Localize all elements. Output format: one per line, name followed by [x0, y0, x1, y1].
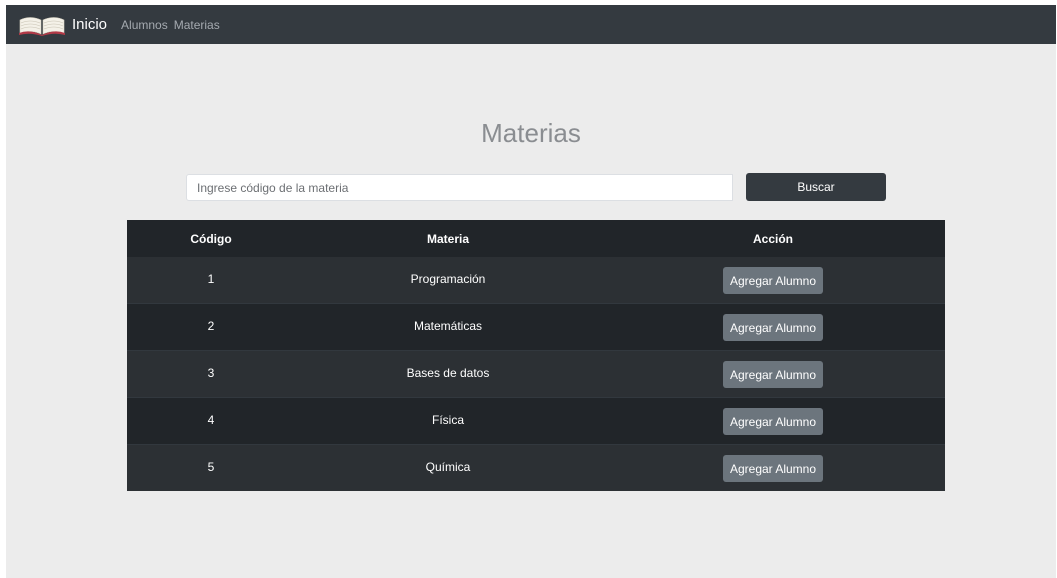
- nav-link-materias[interactable]: Materias: [174, 18, 220, 32]
- cell-materia-text: Bases de datos: [406, 366, 490, 380]
- cell-codigo: 2: [127, 303, 295, 351]
- table-header-row: Código Materia Acción: [127, 220, 945, 257]
- brand-label: Inicio: [72, 16, 108, 33]
- cell-accion: Agregar Alumno: [601, 444, 945, 491]
- add-student-button[interactable]: Agregar Alumno: [722, 314, 824, 341]
- table-row: 4 Física Agregar Alumno: [127, 397, 945, 445]
- cell-accion: Agregar Alumno: [601, 303, 945, 351]
- cell-accion: Agregar Alumno: [601, 350, 945, 398]
- cell-accion: Agregar Alumno: [601, 397, 945, 445]
- cell-codigo-text: 2: [207, 319, 215, 333]
- table-row: 3 Bases de datos Agregar Alumno: [127, 350, 945, 398]
- cell-materia: Física: [295, 397, 601, 445]
- cell-codigo: 4: [127, 397, 295, 445]
- cell-codigo: 5: [127, 444, 295, 491]
- brand-link[interactable]: Inicio: [18, 14, 107, 36]
- cell-codigo-text: 4: [207, 413, 215, 427]
- table-row: 5 Química Agregar Alumno: [127, 444, 945, 491]
- cell-codigo-text: 1: [207, 272, 215, 286]
- materias-table: Código Materia Acción 1 Programación Agr…: [127, 220, 945, 491]
- column-header-materia: Materia: [295, 220, 601, 257]
- cell-codigo-text: 5: [207, 460, 215, 474]
- add-student-button[interactable]: Agregar Alumno: [722, 455, 824, 482]
- cell-materia: Matemáticas: [295, 303, 601, 351]
- add-student-button[interactable]: Agregar Alumno: [722, 267, 824, 294]
- page-title: Materias: [481, 118, 581, 148]
- table-row: 1 Programación Agregar Alumno: [127, 257, 945, 304]
- cell-materia-text: Química: [425, 460, 471, 474]
- cell-codigo-text: 3: [207, 366, 215, 380]
- cell-codigo: 1: [127, 257, 295, 304]
- cell-materia: Química: [295, 444, 601, 491]
- search-button[interactable]: Buscar: [746, 173, 886, 201]
- cell-materia-text: Matemáticas: [413, 319, 483, 333]
- table-row: 2 Matemáticas Agregar Alumno: [127, 303, 945, 351]
- cell-codigo: 3: [127, 350, 295, 398]
- column-header-codigo: Código: [127, 220, 295, 257]
- cell-accion: Agregar Alumno: [601, 257, 945, 304]
- top-navbar: Inicio Alumnos Materias: [6, 5, 1056, 44]
- cell-materia: Bases de datos: [295, 350, 601, 398]
- add-student-button[interactable]: Agregar Alumno: [722, 408, 824, 435]
- app-window: Inicio Alumnos Materias Materias Buscar …: [6, 5, 1056, 578]
- column-header-accion: Acción: [601, 220, 945, 257]
- nav-link-alumnos[interactable]: Alumnos: [121, 18, 168, 32]
- cell-materia-text: Física: [431, 413, 464, 427]
- open-book-icon: [19, 16, 65, 36]
- search-form: Buscar: [186, 173, 886, 201]
- cell-materia-text: Programación: [410, 272, 486, 286]
- add-student-button[interactable]: Agregar Alumno: [722, 361, 824, 388]
- cell-materia: Programación: [295, 257, 601, 304]
- search-input[interactable]: [186, 174, 733, 201]
